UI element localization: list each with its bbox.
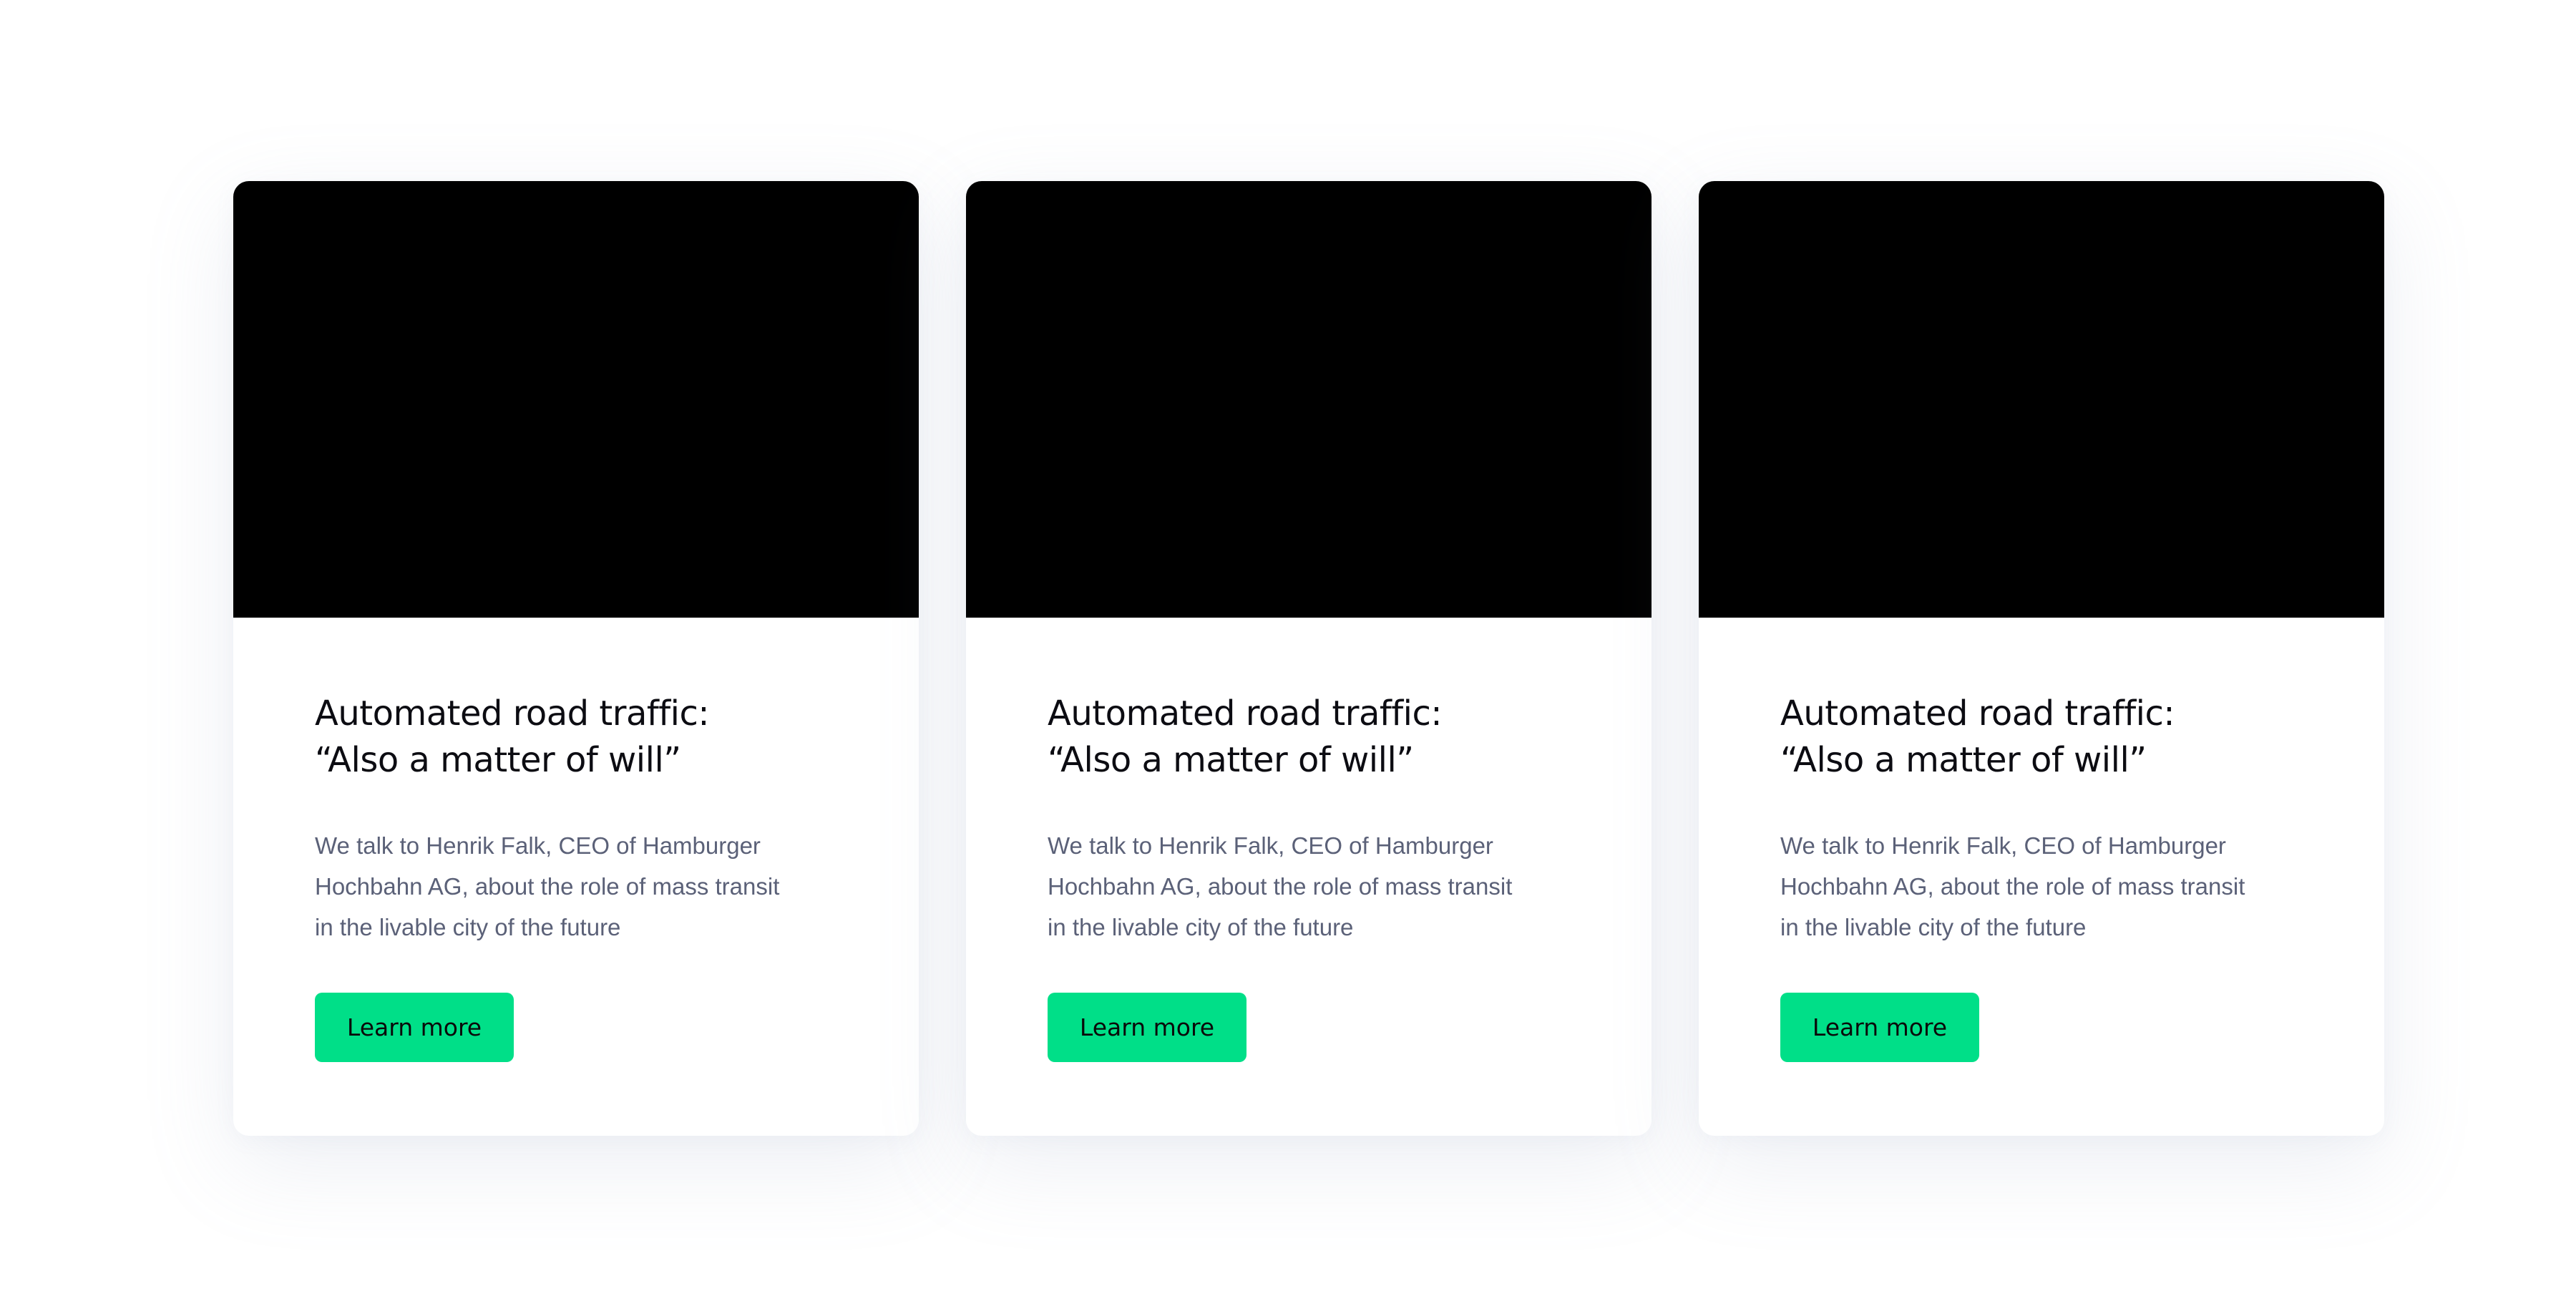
card-image[interactable] xyxy=(233,181,919,618)
card-body: Automated road traffic: “Also a matter o… xyxy=(966,618,1652,1062)
article-card: Automated road traffic: “Also a matter o… xyxy=(966,181,1652,1136)
card-description-line: Hochbahn AG, about the role of mass tran… xyxy=(1048,873,1513,900)
card-title: Automated road traffic: “Also a matter o… xyxy=(1048,618,1570,784)
card-description-line: We talk to Henrik Falk, CEO of Hamburger xyxy=(1780,832,2226,859)
card-title-line: Automated road traffic: xyxy=(1780,694,2175,734)
card-body: Automated road traffic: “Also a matter o… xyxy=(233,618,919,1062)
card-image[interactable] xyxy=(966,181,1652,618)
card-image[interactable] xyxy=(1699,181,2384,618)
card-title-line: Automated road traffic: xyxy=(315,694,710,734)
learn-more-button[interactable]: Learn more xyxy=(1780,993,1979,1062)
card-description-line: in the livable city of the future xyxy=(1780,914,2087,940)
card-description-line: We talk to Henrik Falk, CEO of Hamburger xyxy=(1048,832,1493,859)
learn-more-button[interactable]: Learn more xyxy=(1048,993,1246,1062)
learn-more-button[interactable]: Learn more xyxy=(315,993,514,1062)
card-description: We talk to Henrik Falk, CEO of Hamburger… xyxy=(1048,825,1570,948)
card-body: Automated road traffic: “Also a matter o… xyxy=(1699,618,2384,1062)
card-description: We talk to Henrik Falk, CEO of Hamburger… xyxy=(315,825,837,948)
card-title-line: Automated road traffic: xyxy=(1048,694,1443,734)
card-title: Automated road traffic: “Also a matter o… xyxy=(315,618,837,784)
card-description-line: Hochbahn AG, about the role of mass tran… xyxy=(315,873,780,900)
card-description-line: in the livable city of the future xyxy=(315,914,621,940)
card-description: We talk to Henrik Falk, CEO of Hamburger… xyxy=(1780,825,2303,948)
card-description-line: in the livable city of the future xyxy=(1048,914,1354,940)
card-list: Automated road traffic: “Also a matter o… xyxy=(233,181,2384,1136)
card-title: Automated road traffic: “Also a matter o… xyxy=(1780,618,2303,784)
card-title-line: “Also a matter of will” xyxy=(1780,740,2147,780)
article-card: Automated road traffic: “Also a matter o… xyxy=(1699,181,2384,1136)
card-description-line: Hochbahn AG, about the role of mass tran… xyxy=(1780,873,2245,900)
card-description-line: We talk to Henrik Falk, CEO of Hamburger xyxy=(315,832,761,859)
card-title-line: “Also a matter of will” xyxy=(1048,740,1414,780)
article-card: Automated road traffic: “Also a matter o… xyxy=(233,181,919,1136)
card-title-line: “Also a matter of will” xyxy=(315,740,681,780)
